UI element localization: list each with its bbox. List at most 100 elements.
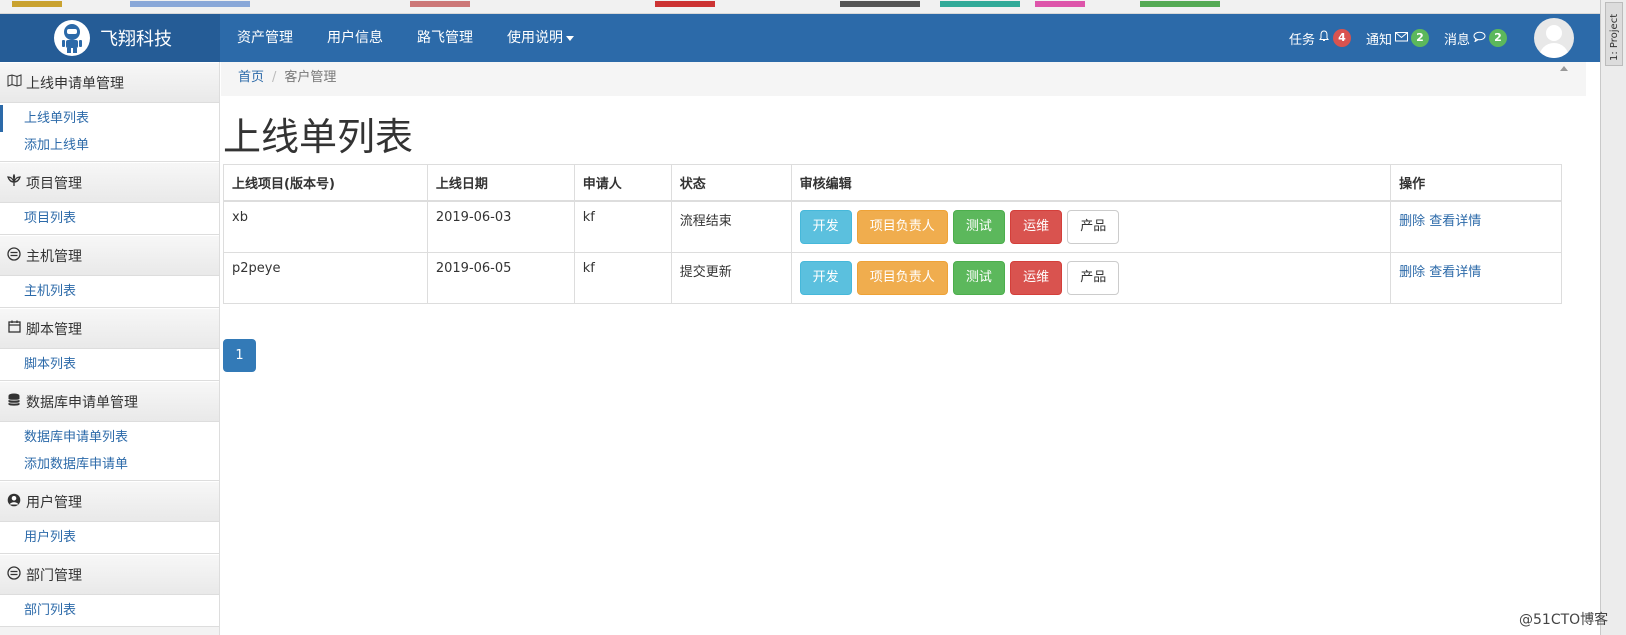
nav-item-user-info[interactable]: 用户信息 [310,14,400,62]
column-header: 操作 [1390,164,1562,202]
map-icon [6,74,22,91]
cell-review-buttons: 开发 项目负责人 测试 运维 产品 [790,200,1392,253]
review-test-button[interactable]: 测试 [952,261,1005,295]
sidebar-submenu: 项目列表 [0,203,219,235]
table-row: p2peye 2019-06-05 kf 提交更新 开发 项目负责人 测试 运维… [223,252,1562,304]
breadcrumb-separator: / [272,70,277,85]
review-ops-button[interactable]: 运维 [1010,210,1063,244]
cell-actions: 删除 查看详情 [1390,200,1562,253]
delete-link[interactable]: 删除 [1399,214,1425,229]
sidebar-group-label: 用户管理 [26,494,82,511]
page-title: 上线单列表 [223,115,414,159]
bookmark-fragment [655,1,715,7]
user-icon [6,493,22,511]
sidebar: 上线申请单管理 上线单列表 添加上线单 项目管理 项目列表 主机管理 主机列表 … [0,62,220,635]
ide-project-tab[interactable]: 1: Project [1605,2,1623,66]
sidebar-group-scripts[interactable]: 脚本管理 [0,308,219,349]
view-detail-link[interactable]: 查看详情 [1429,214,1481,229]
sidebar-item-user-list[interactable]: 用户列表 [0,524,219,551]
sidebar-group-users[interactable]: 用户管理 [0,481,219,522]
sidebar-group-projects[interactable]: 项目管理 [0,162,219,203]
top-navbar: 飞翔科技 资产管理 用户信息 路飞管理 使用说明 任务 4 通知 2 消息 2 [0,14,1600,62]
cell-project: xb [223,200,428,253]
pagination-page-button[interactable]: 1 [223,339,256,372]
sidebar-group-label: 脚本管理 [26,321,82,338]
main-content: 首页 / 客户管理 上线单列表 上线项目(版本号) 上线日期 申请人 状态 审核编辑… [221,62,1586,635]
ide-project-tab-label: 1: Project [1609,13,1620,61]
sidebar-group-hosts[interactable]: 主机管理 [0,235,219,276]
column-header: 上线日期 [426,164,575,202]
sidebar-submenu: 数据库申请单列表 添加数据库申请单 [0,422,219,481]
sidebar-submenu: 脚本列表 [0,349,219,381]
messages-label: 消息 [1443,32,1470,48]
nav-item-assets[interactable]: 资产管理 [220,14,310,62]
sidebar-submenu: 部门列表 [0,595,219,627]
sidebar-group-departments[interactable]: 部门管理 [0,554,219,595]
bookmark-fragment [1035,1,1085,7]
launch-list-table: 上线项目(版本号) 上线日期 申请人 状态 审核编辑 操作 xb 2019-06… [223,164,1562,304]
main-nav: 资产管理 用户信息 路飞管理 使用说明 [220,14,591,62]
view-detail-link[interactable]: 查看详情 [1429,265,1481,280]
bell-icon [1318,30,1330,46]
right-nav: 任务 4 通知 2 消息 2 [1289,14,1600,62]
tasks-link[interactable]: 任务 4 [1289,29,1351,48]
column-header: 上线项目(版本号) [223,164,428,202]
sidebar-item-department-list[interactable]: 部门列表 [0,597,219,624]
review-project-lead-button[interactable]: 项目负责人 [856,210,948,244]
nav-item-instructions-dropdown[interactable]: 使用说明 [490,14,591,62]
user-avatar[interactable] [1534,18,1574,58]
bookmark-fragment [410,1,470,7]
sidebar-group-launch-requests[interactable]: 上线申请单管理 [0,62,219,103]
server-icon [6,246,22,265]
watermark: @51CTO博客 [1519,612,1609,628]
messages-count-badge: 2 [1489,29,1507,47]
column-header: 状态 [670,164,792,202]
browser-bookmarks-bar [0,0,1626,14]
bookmark-fragment [12,1,62,7]
breadcrumb-current: 客户管理 [284,70,337,85]
sidebar-item-add-launch[interactable]: 添加上线单 [0,132,219,159]
review-project-lead-button[interactable]: 项目负责人 [856,261,948,295]
review-ops-button[interactable]: 运维 [1010,261,1063,295]
cell-project: p2peye [223,252,428,304]
tasks-label: 任务 [1288,32,1315,48]
sidebar-item-host-list[interactable]: 主机列表 [0,278,219,305]
review-dev-button[interactable]: 开发 [799,261,852,295]
caret-down-icon [566,35,574,41]
sidebar-group-label: 主机管理 [26,248,82,265]
sidebar-item-script-list[interactable]: 脚本列表 [0,351,219,378]
sidebar-item-add-db-request[interactable]: 添加数据库申请单 [0,451,219,478]
comment-icon [1473,31,1486,46]
cell-status: 流程结束 [670,200,792,253]
cell-actions: 删除 查看详情 [1390,252,1562,304]
envelope-icon [1394,31,1408,46]
sidebar-group-db-requests[interactable]: 数据库申请单管理 [0,381,219,422]
table-row: xb 2019-06-03 kf 流程结束 开发 项目负责人 测试 运维 产品 … [223,200,1562,253]
sidebar-item-db-request-list[interactable]: 数据库申请单列表 [0,424,219,451]
cell-review-buttons: 开发 项目负责人 测试 运维 产品 [790,252,1392,304]
review-product-button[interactable]: 产品 [1067,210,1120,244]
cell-date: 2019-06-03 [426,200,575,253]
column-header: 申请人 [573,164,672,202]
review-dev-button[interactable]: 开发 [799,210,852,244]
review-product-button[interactable]: 产品 [1067,261,1120,295]
server-icon [6,565,22,584]
plant-icon [6,173,22,191]
nav-item-label: 使用说明 [507,30,563,46]
nav-item-luffy[interactable]: 路飞管理 [400,14,490,62]
messages-link[interactable]: 消息 2 [1444,29,1507,48]
sidebar-submenu: 上线单列表 添加上线单 [0,103,219,162]
sidebar-group-label: 部门管理 [26,567,82,584]
sidebar-submenu: 用户列表 [0,522,219,554]
brand[interactable]: 飞翔科技 [0,14,220,62]
sidebar-item-launch-list[interactable]: 上线单列表 [0,105,219,132]
breadcrumb-home-link[interactable]: 首页 [238,70,264,85]
notices-label: 通知 [1365,32,1392,48]
scroll-up-arrow-icon[interactable] [1560,66,1568,71]
sidebar-item-project-list[interactable]: 项目列表 [0,205,219,232]
notices-link[interactable]: 通知 2 [1366,29,1429,48]
sidebar-group-label: 上线申请单管理 [26,75,124,92]
calendar-icon [6,320,22,337]
review-test-button[interactable]: 测试 [952,210,1005,244]
delete-link[interactable]: 删除 [1399,265,1425,280]
